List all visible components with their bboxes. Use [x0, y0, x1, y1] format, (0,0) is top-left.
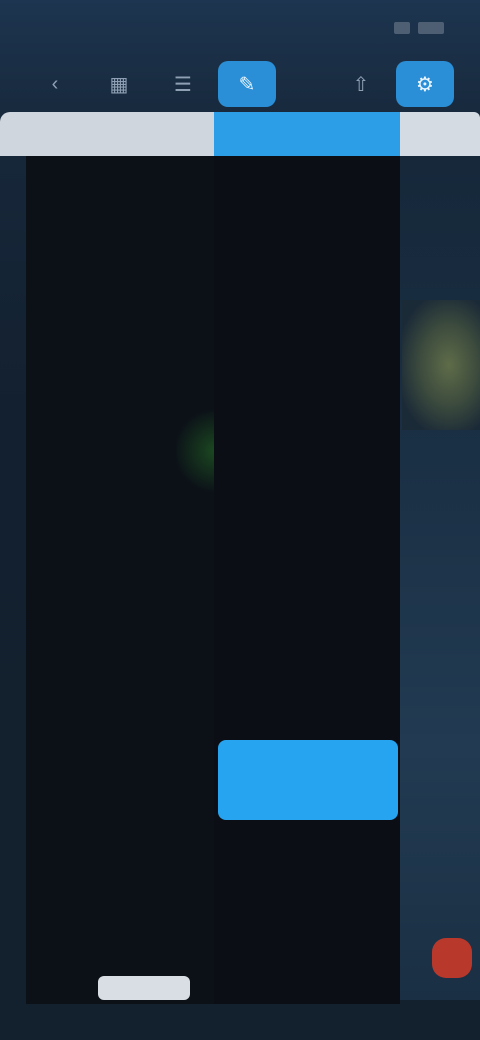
- primary-action-button[interactable]: [218, 740, 398, 820]
- record-button[interactable]: [432, 938, 472, 978]
- category-item[interactable]: [26, 694, 214, 732]
- category-item[interactable]: [26, 732, 214, 770]
- share-button[interactable]: ⇧: [332, 61, 390, 107]
- submenu-item[interactable]: [214, 459, 400, 496]
- submenu-item[interactable]: [214, 496, 400, 533]
- submenu-item[interactable]: [214, 570, 400, 607]
- category-item[interactable]: [26, 356, 214, 394]
- category-item[interactable]: [26, 657, 214, 695]
- submenu: [214, 156, 400, 1006]
- category-item[interactable]: [26, 168, 214, 206]
- category-item[interactable]: [26, 206, 214, 244]
- submenu-item[interactable]: [214, 607, 400, 644]
- category-menu: [26, 156, 256, 1006]
- category-item[interactable]: [26, 544, 214, 582]
- share-icon: ⇧: [352, 73, 370, 96]
- submenu-item[interactable]: [214, 385, 400, 422]
- submenu-item[interactable]: [214, 348, 400, 385]
- edit-button[interactable]: ✎: [218, 61, 276, 107]
- category-item[interactable]: [26, 506, 214, 544]
- menu-header: [0, 112, 480, 156]
- category-item[interactable]: [26, 281, 214, 319]
- submenu-item[interactable]: [214, 931, 400, 968]
- settings-icon: ⚙: [416, 73, 434, 96]
- submenu-item[interactable]: [214, 533, 400, 570]
- category-item[interactable]: [26, 807, 214, 845]
- category-item[interactable]: [26, 845, 214, 883]
- battery-icon: [418, 22, 444, 34]
- menu-header-extra[interactable]: [400, 112, 480, 156]
- submenu-item[interactable]: [214, 644, 400, 681]
- category-item[interactable]: [26, 920, 214, 958]
- submenu-item[interactable]: [214, 274, 400, 311]
- app-screen: ‹ ▦ ☰ ✎ ⇧ ⚙: [0, 0, 480, 1040]
- map-background: [400, 160, 480, 1000]
- layers-icon: ☰: [174, 73, 192, 96]
- submenu-item[interactable]: [214, 820, 400, 857]
- back-button[interactable]: ‹: [26, 61, 84, 107]
- submenu-item[interactable]: [214, 200, 400, 237]
- submenu-item[interactable]: [214, 894, 400, 931]
- submenu-item[interactable]: [214, 311, 400, 348]
- submenu-item[interactable]: [214, 237, 400, 274]
- grid-icon: ▦: [109, 73, 129, 96]
- bottom-selection-chip[interactable]: [98, 976, 190, 1000]
- top-toolbar: ‹ ▦ ☰ ✎ ⇧ ⚙: [0, 56, 480, 112]
- category-item[interactable]: [26, 770, 214, 808]
- category-item[interactable]: [26, 619, 214, 657]
- signal-icon: [394, 22, 410, 34]
- edit-icon: ✎: [238, 73, 256, 96]
- menu-header-active-tab[interactable]: [214, 112, 400, 156]
- back-icon: ‹: [51, 72, 59, 95]
- menu-header-left[interactable]: [0, 112, 214, 156]
- category-item[interactable]: [26, 882, 214, 920]
- status-icons: [386, 22, 444, 34]
- bottom-bar: [0, 1004, 480, 1040]
- category-item[interactable]: [26, 243, 214, 281]
- submenu-item[interactable]: [214, 422, 400, 459]
- map-preview: [402, 300, 480, 430]
- category-item[interactable]: [26, 318, 214, 356]
- submenu-lower: [214, 820, 400, 968]
- settings-button[interactable]: ⚙: [396, 61, 454, 107]
- layers-button[interactable]: ☰: [154, 61, 212, 107]
- category-item[interactable]: [26, 582, 214, 620]
- grid-button[interactable]: ▦: [90, 61, 148, 107]
- submenu-item[interactable]: [214, 857, 400, 894]
- status-bar: [0, 0, 480, 56]
